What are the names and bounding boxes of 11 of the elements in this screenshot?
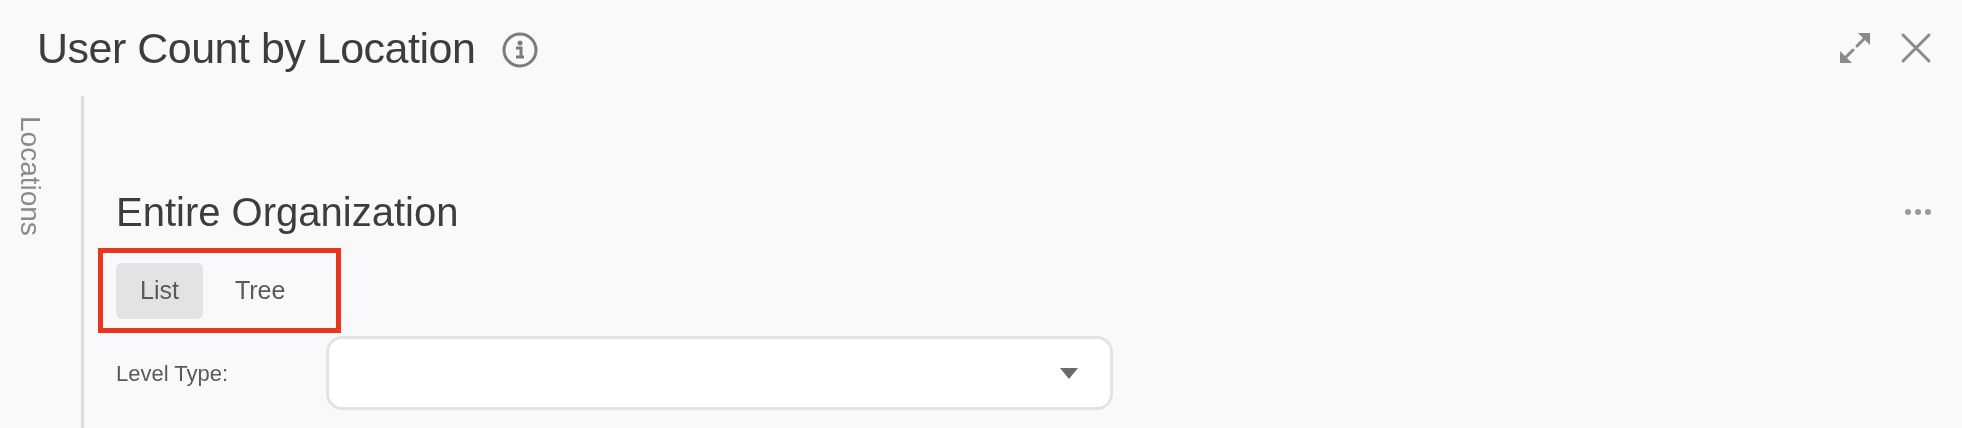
- view-tab[interactable]: Tree: [210, 262, 310, 319]
- section-heading: Entire Organization: [116, 189, 459, 236]
- info-icon[interactable]: [501, 31, 540, 69]
- expand-icon[interactable]: [1838, 31, 1872, 65]
- caret-icon: [1060, 367, 1078, 379]
- panel-title: User Count by Location: [37, 22, 476, 74]
- level-type-label: Level Type:: [116, 359, 230, 388]
- sidebar-label[interactable]: Locations: [8, 116, 51, 236]
- view-tab[interactable]: List: [116, 262, 203, 319]
- close-icon[interactable]: [1900, 32, 1932, 64]
- more-icon[interactable]: [1904, 208, 1932, 216]
